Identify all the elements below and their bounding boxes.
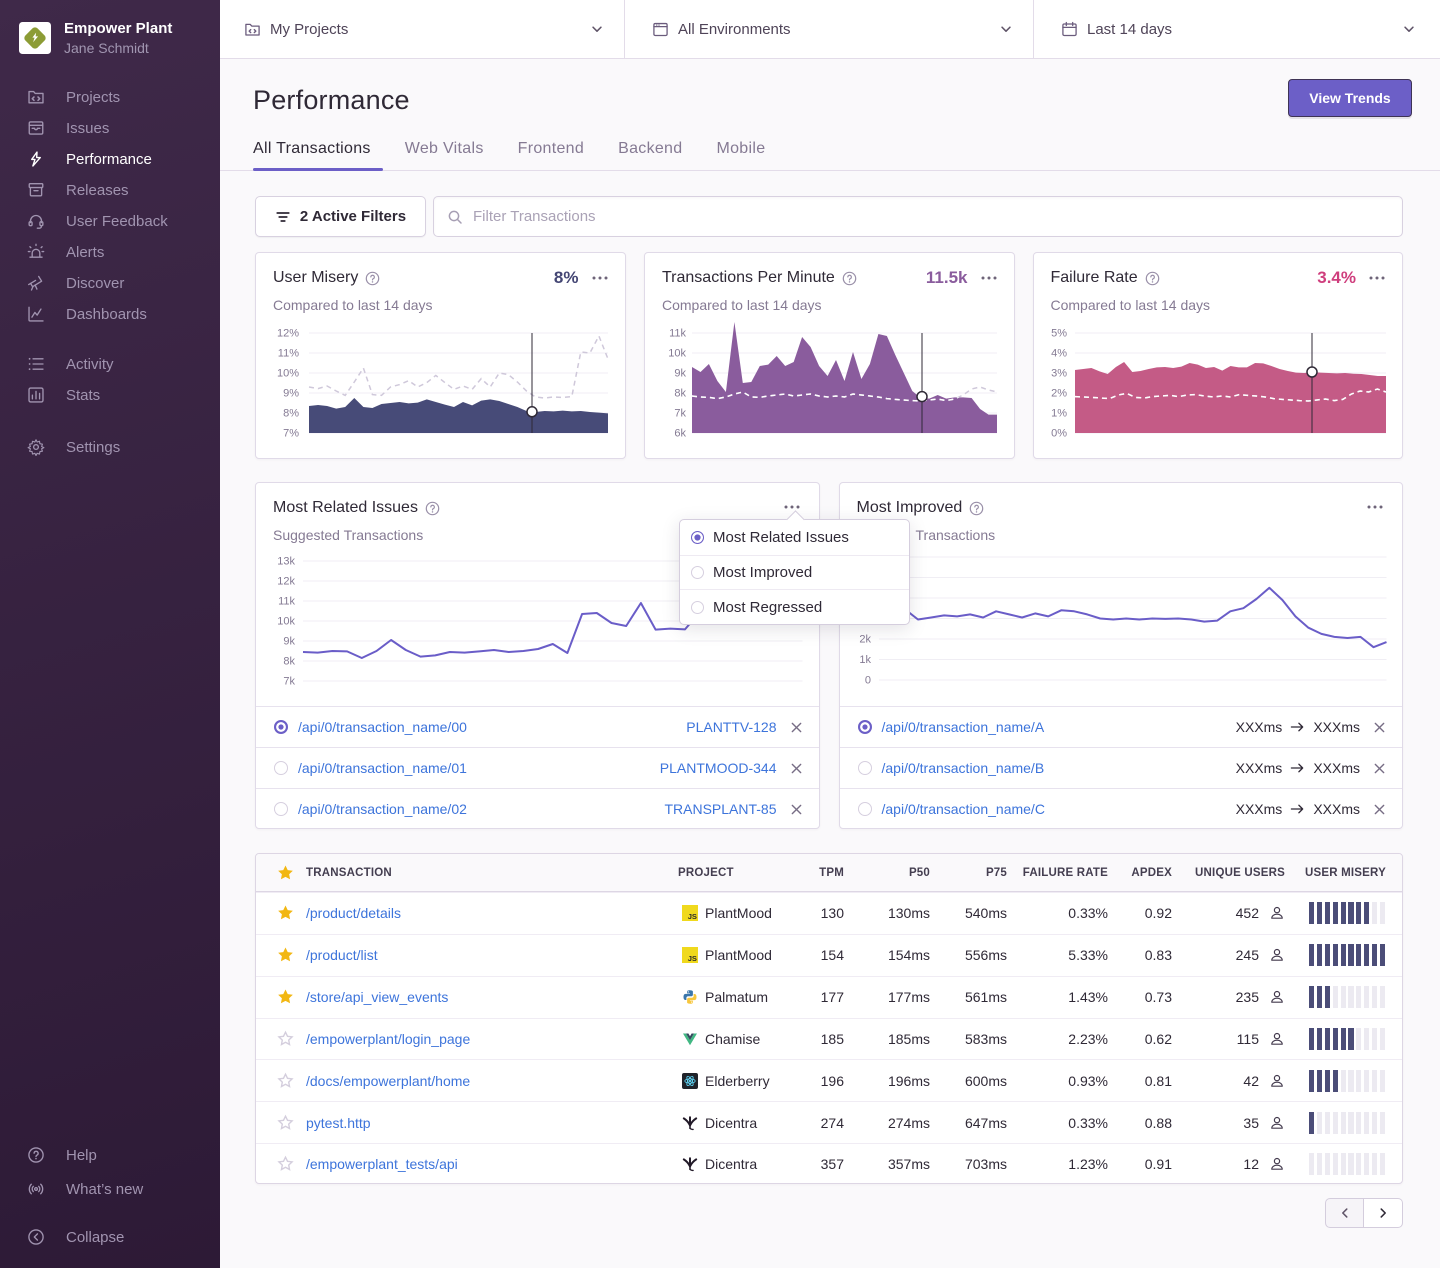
svg-text:9%: 9%: [283, 388, 299, 400]
svg-text:7%: 7%: [283, 428, 299, 440]
svg-text:9k: 9k: [283, 636, 295, 648]
svg-text:2k: 2k: [859, 634, 871, 646]
svg-text:3%: 3%: [1051, 368, 1067, 380]
svg-text:JS: JS: [688, 954, 697, 963]
svg-text:8k: 8k: [674, 388, 686, 400]
svg-text:6k: 6k: [674, 428, 686, 440]
svg-text:2%: 2%: [1051, 388, 1067, 400]
svg-text:JS: JS: [688, 912, 697, 921]
svg-text:7k: 7k: [674, 408, 686, 420]
svg-text:12%: 12%: [277, 328, 299, 340]
svg-text:0: 0: [864, 675, 870, 687]
svg-text:4%: 4%: [1051, 348, 1067, 360]
svg-text:1k: 1k: [859, 654, 871, 666]
svg-text:10k: 10k: [668, 348, 686, 360]
svg-text:13k: 13k: [277, 556, 295, 568]
svg-text:10%: 10%: [277, 368, 299, 380]
svg-text:10k: 10k: [277, 616, 295, 628]
svg-text:11%: 11%: [278, 348, 299, 360]
svg-text:8k: 8k: [283, 656, 295, 668]
svg-text:1%: 1%: [1051, 408, 1067, 420]
svg-text:12k: 12k: [277, 576, 295, 588]
svg-text:11k: 11k: [669, 328, 686, 340]
svg-text:0%: 0%: [1051, 428, 1067, 440]
svg-text:7k: 7k: [283, 676, 295, 688]
svg-text:5%: 5%: [1051, 328, 1067, 340]
svg-text:11k: 11k: [278, 596, 295, 608]
svg-text:9k: 9k: [674, 368, 686, 380]
svg-text:8%: 8%: [283, 408, 299, 420]
